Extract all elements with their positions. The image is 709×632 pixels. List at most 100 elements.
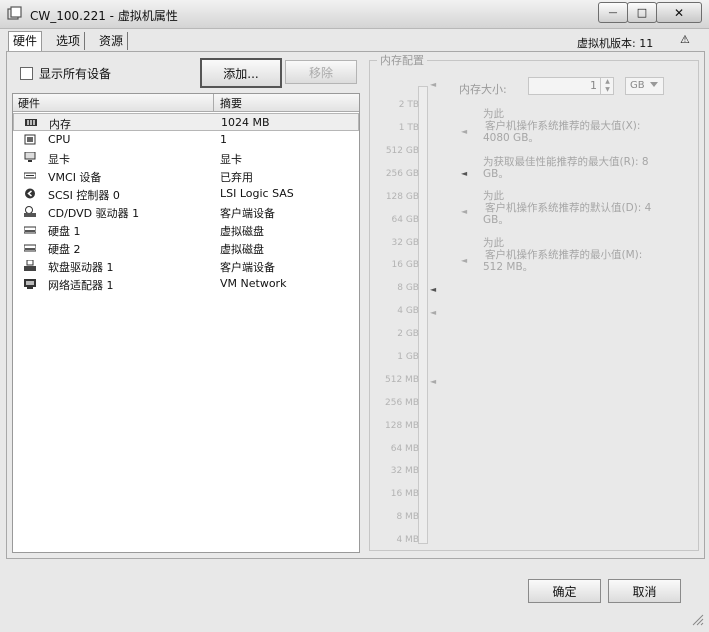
max-marker-icon: ◄	[430, 80, 437, 89]
tab-hardware[interactable]: 硬件	[8, 31, 43, 51]
chevron-down-icon	[650, 82, 658, 87]
hardware-summary: 显卡	[220, 153, 242, 166]
scale-label: 8 GB	[397, 283, 419, 293]
checkbox-box[interactable]	[20, 67, 33, 80]
min-marker-icon: ◄	[430, 377, 437, 386]
hardware-row-vmci[interactable]: VMCI 设备 已弃用	[13, 167, 359, 185]
scale-label: 32 GB	[391, 238, 419, 248]
hardware-summary: 1024 MB	[221, 116, 270, 129]
scale-label: 128 GB	[385, 192, 419, 202]
hardware-row-disk-1[interactable]: 硬盘 1 虚拟磁盘	[13, 221, 359, 239]
tab-options[interactable]: 选项	[52, 32, 86, 50]
display-icon	[24, 152, 36, 162]
hardware-row-cpu[interactable]: CPU 1	[13, 131, 359, 149]
remove-button[interactable]: 移除	[285, 60, 357, 84]
memory-config-legend: 内存配置	[377, 52, 427, 68]
hardware-summary: 客户端设备	[220, 207, 275, 220]
show-all-devices-label: 显示所有设备	[39, 67, 112, 81]
scale-label: 4 MB	[396, 535, 419, 545]
hardware-row-network[interactable]: 网络适配器 1 VM Network	[13, 275, 359, 293]
hardware-name: VMCI 设备	[48, 171, 102, 184]
recommend-arrow-icon: ◄	[461, 127, 468, 136]
scale-label: 16 GB	[391, 260, 419, 270]
memory-size-spinner[interactable]: ▲ ▼	[600, 78, 614, 94]
recommend-arrow-icon: ◄	[461, 169, 468, 178]
hardware-summary: VM Network	[220, 277, 287, 290]
floppy-icon	[24, 260, 36, 271]
vm-properties-icon	[7, 6, 22, 20]
hardware-row-cd-dvd[interactable]: CD/DVD 驱动器 1 客户端设备	[13, 203, 359, 221]
hardware-summary: LSI Logic SAS	[220, 187, 294, 200]
scale-label: 64 MB	[390, 444, 419, 454]
recommend-arrow-icon: ◄	[461, 207, 468, 216]
scale-label: 256 GB	[385, 169, 419, 179]
scale-label: 2 TB	[398, 100, 419, 110]
vmci-icon	[24, 172, 36, 179]
recommend-arrow-icon: ◄	[461, 256, 468, 265]
hardware-name: CPU	[48, 133, 71, 146]
hardware-name: 硬盘 2	[48, 243, 81, 256]
scale-label: 512 MB	[385, 375, 419, 385]
hardware-name: 网络适配器 1	[48, 279, 114, 292]
default-marker-icon: ◄	[430, 308, 437, 317]
column-header-hardware[interactable]: 硬件	[18, 95, 40, 111]
hardware-name: 显卡	[48, 153, 70, 166]
hardware-name: 软盘驱动器 1	[48, 261, 114, 274]
show-all-devices-checkbox[interactable]: 显示所有设备	[20, 65, 111, 82]
memory-slider-track[interactable]	[418, 86, 428, 544]
scale-label: 16 MB	[390, 489, 419, 499]
scale-label: 8 MB	[396, 512, 419, 522]
hardware-summary: 虚拟磁盘	[220, 225, 264, 238]
memory-unit-select[interactable]: GB	[625, 77, 664, 95]
hardware-row-disk-2[interactable]: 硬盘 2 虚拟磁盘	[13, 239, 359, 257]
hardware-list[interactable]: 硬件 摘要 内存 1024 MB CPU 1 显卡 显卡 VMCI 设备 已弃用…	[12, 93, 360, 553]
cpu-icon	[24, 134, 36, 145]
hardware-name: 硬盘 1	[48, 225, 81, 238]
hardware-summary: 1	[220, 133, 227, 146]
add-button[interactable]: 添加...	[200, 58, 282, 88]
hardware-name: CD/DVD 驱动器 1	[48, 207, 140, 220]
recommend-min-text: 为此 客户机操作系统推荐的最小值(M): 512 MB。	[483, 237, 643, 273]
scale-label: 32 MB	[390, 466, 419, 476]
resize-grip-icon[interactable]	[690, 612, 704, 626]
scale-label: 1 GB	[397, 352, 419, 362]
memory-icon	[25, 119, 37, 126]
scale-label: 1 TB	[398, 123, 419, 133]
close-button[interactable]: ✕	[656, 2, 702, 23]
scale-label: 256 MB	[385, 398, 419, 408]
cancel-button[interactable]: 取消	[608, 579, 681, 603]
hardware-name: 内存	[49, 118, 71, 131]
maximize-button[interactable]: □	[627, 2, 657, 23]
scale-label: 512 GB	[385, 146, 419, 156]
minimize-button[interactable]: —	[598, 2, 628, 23]
hardware-row-floppy[interactable]: 软盘驱动器 1 客户端设备	[13, 257, 359, 275]
hardware-summary: 已弃用	[220, 171, 253, 184]
current-value-marker-icon[interactable]: ◄	[430, 285, 436, 294]
tab-resources[interactable]: 资源	[95, 32, 129, 50]
warning-icon[interactable]: ⚠	[680, 33, 690, 46]
scale-label: 64 GB	[391, 215, 419, 225]
scale-label: 4 GB	[397, 306, 419, 316]
scale-label: 128 MB	[385, 421, 419, 431]
hard-disk-icon	[24, 226, 36, 234]
hardware-row-display[interactable]: 显卡 显卡	[13, 149, 359, 167]
ok-button[interactable]: 确定	[528, 579, 601, 603]
network-icon	[24, 279, 36, 289]
hardware-row-scsi[interactable]: SCSI 控制器 0 LSI Logic SAS	[13, 185, 359, 203]
hardware-summary: 客户端设备	[220, 261, 275, 274]
column-header-summary[interactable]: 摘要	[220, 95, 242, 111]
column-divider[interactable]	[213, 94, 214, 111]
scsi-icon	[25, 188, 35, 199]
hardware-summary: 虚拟磁盘	[220, 243, 264, 256]
hardware-list-header: 硬件 摘要	[13, 94, 359, 112]
hardware-name: SCSI 控制器 0	[48, 189, 120, 202]
hardware-row-memory[interactable]: 内存 1024 MB	[13, 113, 359, 131]
hard-disk-icon	[24, 244, 36, 252]
recommend-best-text: 为获取最佳性能推荐的最大值(R): 8 GB。	[483, 156, 649, 180]
window-title: CW_100.221 - 虚拟机属性	[30, 9, 178, 23]
cd-dvd-icon	[24, 206, 36, 217]
scale-label: 2 GB	[397, 329, 419, 339]
recommend-default-text: 为此 客户机操作系统推荐的默认值(D): 4 GB。	[483, 190, 652, 226]
memory-size-label: 内存大小:	[459, 83, 507, 96]
recommend-max-text: 为此 客户机操作系统推荐的最大值(X): 4080 GB。	[483, 108, 641, 144]
